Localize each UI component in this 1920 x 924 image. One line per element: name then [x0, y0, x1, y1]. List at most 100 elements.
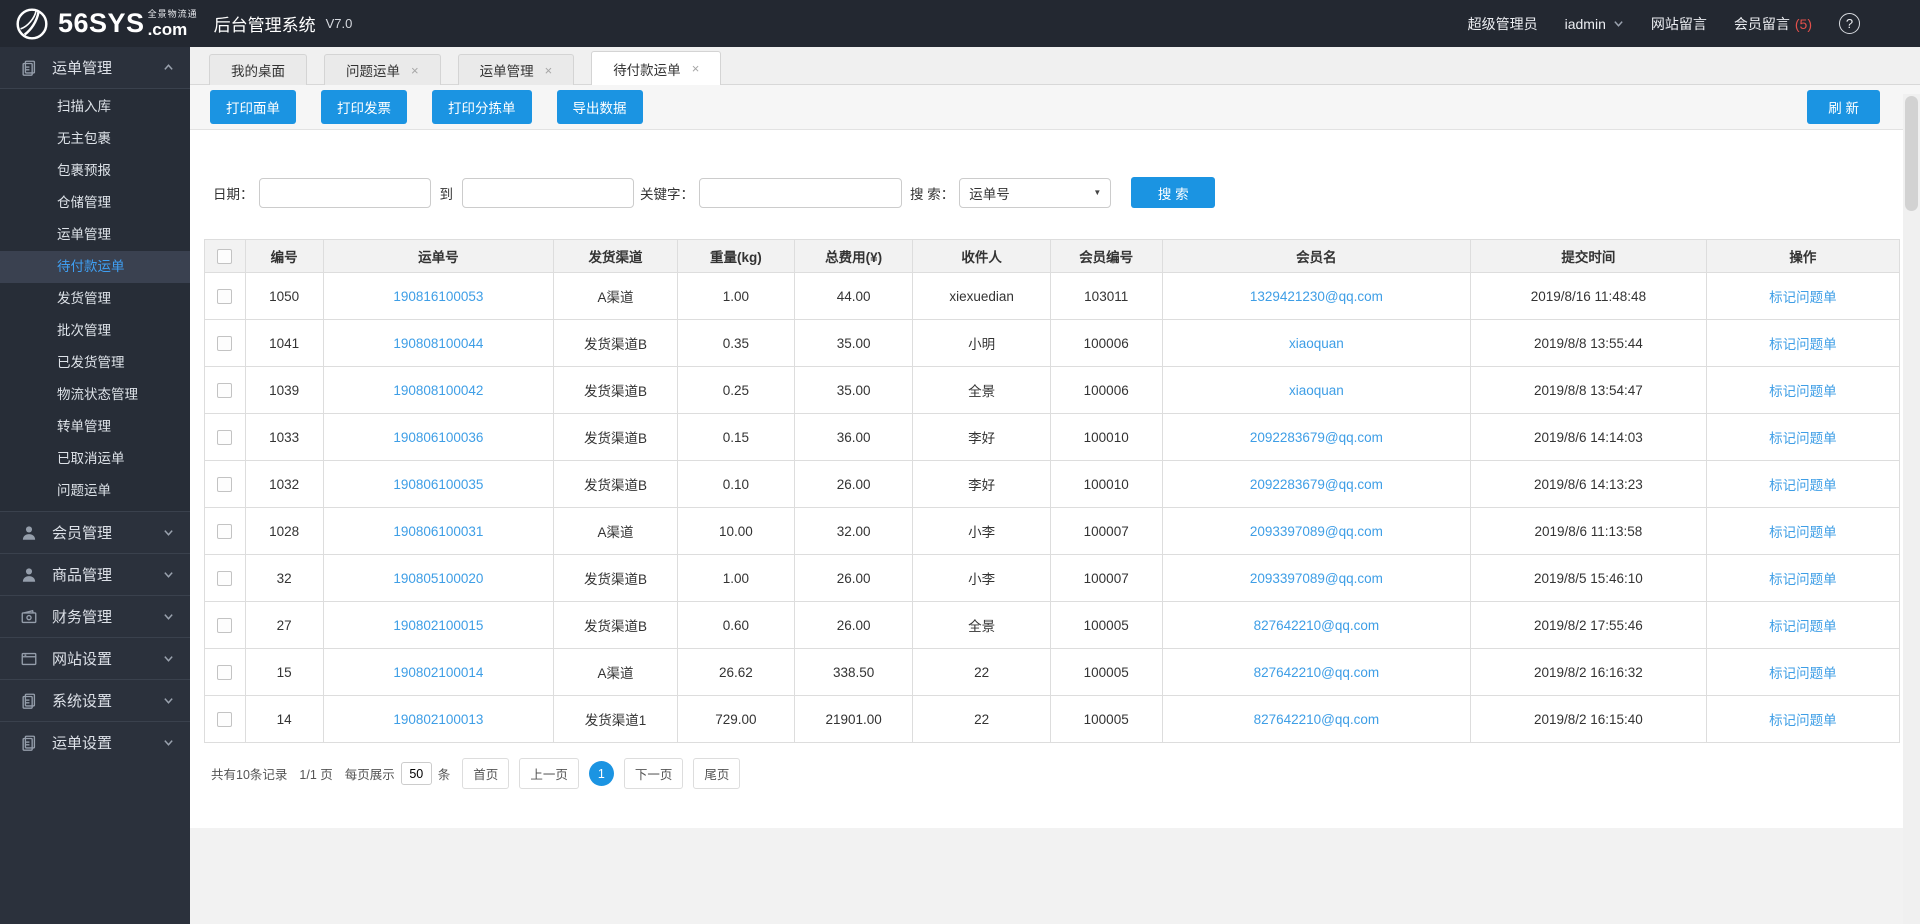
scrollbar-track[interactable] — [1903, 94, 1920, 924]
search-type-select[interactable]: 运单号 ▼ — [959, 177, 1112, 208]
mark-problem-link[interactable]: 标记问题单 — [1769, 619, 1837, 634]
scrollbar-thumb[interactable] — [1905, 96, 1918, 211]
user-menu[interactable]: iadmin — [1565, 16, 1624, 32]
tab-1[interactable]: 问题运单 × — [324, 54, 441, 85]
current-page-button[interactable]: 1 — [588, 761, 614, 786]
mark-problem-link[interactable]: 标记问题单 — [1769, 431, 1837, 446]
row-checkbox[interactable] — [217, 664, 233, 680]
mark-problem-link[interactable]: 标记问题单 — [1769, 337, 1837, 352]
row-checkbox[interactable] — [217, 429, 233, 445]
waybill-link[interactable]: 190802100014 — [393, 665, 483, 680]
member-link[interactable]: 2093397089@qq.com — [1250, 524, 1383, 539]
close-icon[interactable]: × — [545, 63, 553, 78]
row-checkbox[interactable] — [217, 523, 233, 539]
row-checkbox[interactable] — [217, 288, 233, 304]
sidebar-group-0[interactable]: 运单管理 — [0, 47, 190, 88]
member-link[interactable]: 2092283679@qq.com — [1250, 477, 1383, 492]
mark-problem-link[interactable]: 标记问题单 — [1769, 572, 1837, 587]
sidebar-group-2[interactable]: 商品管理 — [0, 554, 190, 595]
next-page-button[interactable]: 下一页 — [623, 758, 684, 789]
member-messages-link[interactable]: 会员留言 (5) — [1734, 14, 1812, 34]
waybill-link[interactable]: 190805100020 — [393, 571, 483, 586]
first-page-button[interactable]: 首页 — [462, 758, 510, 789]
close-icon[interactable]: × — [692, 61, 700, 76]
member-link[interactable]: 2092283679@qq.com — [1250, 430, 1383, 445]
sidebar-group-4[interactable]: 网站设置 — [0, 638, 190, 679]
toolbar-button-1[interactable]: 打印发票 — [321, 90, 407, 124]
keyword-input[interactable] — [699, 177, 902, 208]
tab-2[interactable]: 运单管理 × — [457, 54, 575, 85]
cell-action: 标记问题单 — [1705, 413, 1901, 461]
waybill-link[interactable]: 190806100036 — [393, 430, 483, 445]
sidebar-item[interactable]: 批次管理 — [0, 315, 190, 347]
sidebar-group-6[interactable]: 运单设置 — [0, 722, 190, 763]
member-link[interactable]: 1329421230@qq.com — [1250, 289, 1383, 304]
cell-recipient: xiexuedian — [912, 272, 1051, 320]
cell-fee: 26.00 — [793, 460, 914, 508]
member-link[interactable]: 827642210@qq.com — [1254, 665, 1380, 680]
mark-problem-link[interactable]: 标记问题单 — [1769, 666, 1837, 681]
sidebar-item[interactable]: 转单管理 — [0, 411, 190, 443]
toolbar-button-2[interactable]: 打印分拣单 — [432, 90, 532, 124]
sidebar-group-block: 运单设置 — [0, 721, 190, 763]
member-link[interactable]: xiaoquan — [1289, 383, 1344, 398]
sidebar-item[interactable]: 仓储管理 — [0, 187, 190, 219]
sidebar-item[interactable]: 待付款运单 — [0, 251, 190, 283]
select-all-checkbox[interactable] — [217, 248, 233, 264]
date-from-input[interactable] — [258, 177, 431, 208]
date-to-input[interactable] — [462, 177, 634, 208]
row-checkbox[interactable] — [217, 711, 233, 727]
sidebar-group-1[interactable]: 会员管理 — [0, 512, 190, 553]
mark-problem-link[interactable]: 标记问题单 — [1769, 290, 1837, 305]
mark-problem-link[interactable]: 标记问题单 — [1769, 713, 1837, 728]
toolbar-button-0[interactable]: 打印面单 — [210, 90, 296, 124]
cell-recipient: 小李 — [912, 507, 1051, 555]
waybill-link[interactable]: 190802100015 — [393, 618, 483, 633]
member-link[interactable]: 827642210@qq.com — [1254, 618, 1380, 633]
sidebar-group-5[interactable]: 系统设置 — [0, 680, 190, 721]
last-page-button[interactable]: 尾页 — [693, 758, 741, 789]
table-row: 1041 190808100044 发货渠道B 0.35 35.00 小明 100006 xi… — [204, 319, 1901, 367]
toolbar-button-3[interactable]: 导出数据 — [556, 90, 643, 124]
sidebar-item[interactable]: 无主包裹 — [0, 123, 190, 155]
cell-member: 2092283679@qq.com — [1161, 460, 1472, 508]
tab-0[interactable]: 我的桌面 — [209, 54, 307, 85]
column-header: 提交时间 — [1470, 239, 1707, 273]
prev-page-button[interactable]: 上一页 — [519, 758, 579, 789]
sidebar-item[interactable]: 包裹预报 — [0, 155, 190, 187]
sidebar-item[interactable]: 已发货管理 — [0, 347, 190, 379]
sidebar-item[interactable]: 已取消运单 — [0, 443, 190, 475]
help-icon[interactable]: ? — [1839, 13, 1860, 34]
sidebar-item[interactable]: 问题运单 — [0, 475, 190, 507]
row-checkbox[interactable] — [217, 335, 233, 351]
mark-problem-link[interactable]: 标记问题单 — [1769, 478, 1837, 493]
close-icon[interactable]: × — [411, 63, 419, 78]
row-checkbox[interactable] — [217, 382, 233, 398]
member-link[interactable]: xiaoquan — [1289, 336, 1344, 351]
waybill-link[interactable]: 190808100042 — [393, 383, 483, 398]
refresh-button[interactable]: 刷 新 — [1807, 90, 1880, 124]
sidebar-item[interactable]: 运单管理 — [0, 219, 190, 251]
sidebar-item[interactable]: 物流状态管理 — [0, 379, 190, 411]
waybill-link[interactable]: 190808100044 — [393, 336, 483, 351]
search-button[interactable]: 搜 索 — [1131, 177, 1216, 208]
mark-problem-link[interactable]: 标记问题单 — [1769, 525, 1837, 540]
tab-3[interactable]: 待付款运单 × — [591, 51, 722, 85]
sidebar-group-3[interactable]: 财务管理 — [0, 596, 190, 637]
member-link[interactable]: 827642210@qq.com — [1254, 712, 1380, 727]
sidebar-item[interactable]: 扫描入库 — [0, 91, 190, 123]
per-page-input[interactable] — [400, 762, 432, 785]
waybill-link[interactable]: 190806100031 — [393, 524, 483, 539]
row-checkbox[interactable] — [217, 617, 233, 633]
row-checkbox[interactable] — [217, 476, 233, 492]
waybill-link[interactable]: 190816100053 — [393, 289, 483, 304]
site-messages-link[interactable]: 网站留言 — [1651, 14, 1707, 34]
waybill-link[interactable]: 190806100035 — [393, 477, 483, 492]
waybill-link[interactable]: 190802100013 — [393, 712, 483, 727]
member-link[interactable]: 2093397089@qq.com — [1250, 571, 1383, 586]
sidebar-item[interactable]: 发货管理 — [0, 283, 190, 315]
table-row: 1050 190816100053 A渠道 1.00 44.00 xiexuedian 10… — [204, 272, 1901, 320]
row-checkbox[interactable] — [217, 570, 233, 586]
mark-problem-link[interactable]: 标记问题单 — [1769, 384, 1837, 399]
record-count: 共有10条记录 — [211, 768, 288, 782]
